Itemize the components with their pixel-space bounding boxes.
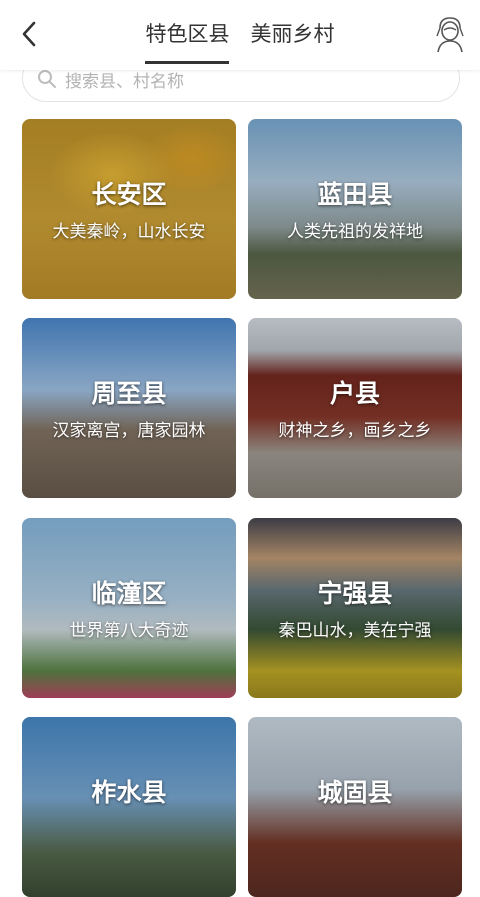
tab-bar: 特色区县 美丽乡村 [0, 18, 480, 64]
search-icon [38, 70, 56, 88]
top-bar: 特色区县 美丽乡村 [0, 0, 480, 70]
card-subtitle: 汉家离宫，唐家园林 [52, 421, 206, 441]
card-title: 户县 [329, 379, 380, 408]
user-avatar-icon [436, 17, 464, 53]
county-card-zhashui[interactable]: 柞水县 [22, 717, 236, 897]
card-title: 柞水县 [91, 778, 167, 807]
card-title: 临潼区 [91, 579, 167, 608]
county-card-huxian[interactable]: 户县 财神之乡，画乡之乡 [248, 318, 462, 498]
county-card-lintong[interactable]: 临潼区 世界第八大奇迹 [22, 518, 236, 698]
county-card-lantian[interactable]: 蓝田县 人类先祖的发祥地 [248, 119, 462, 299]
county-card-chenggu[interactable]: 城固县 [248, 717, 462, 897]
card-subtitle: 大美秦岭，山水长安 [52, 222, 206, 242]
tab-featured-districts[interactable]: 特色区县 [145, 18, 230, 64]
county-card-zhouzhi[interactable]: 周至县 汉家离宫，唐家园林 [22, 318, 236, 498]
county-card-changan[interactable]: 长安区 大美秦岭，山水长安 [22, 119, 236, 299]
card-subtitle: 财神之乡，画乡之乡 [278, 421, 432, 441]
search-input[interactable] [63, 69, 427, 95]
card-title: 宁强县 [317, 579, 393, 608]
card-title: 长安区 [91, 180, 167, 209]
card-title: 城固县 [317, 778, 393, 807]
card-subtitle: 人类先祖的发祥地 [287, 222, 423, 242]
card-title: 周至县 [91, 379, 167, 408]
county-card-ningqiang[interactable]: 宁强县 秦巴山水，美在宁强 [248, 518, 462, 698]
card-subtitle: 世界第八大奇迹 [69, 621, 189, 641]
card-title: 蓝田县 [317, 180, 393, 209]
user-avatar-button[interactable] [430, 14, 470, 54]
card-subtitle: 秦巴山水，美在宁强 [278, 621, 432, 641]
tab-beautiful-villages[interactable]: 美丽乡村 [251, 18, 335, 64]
